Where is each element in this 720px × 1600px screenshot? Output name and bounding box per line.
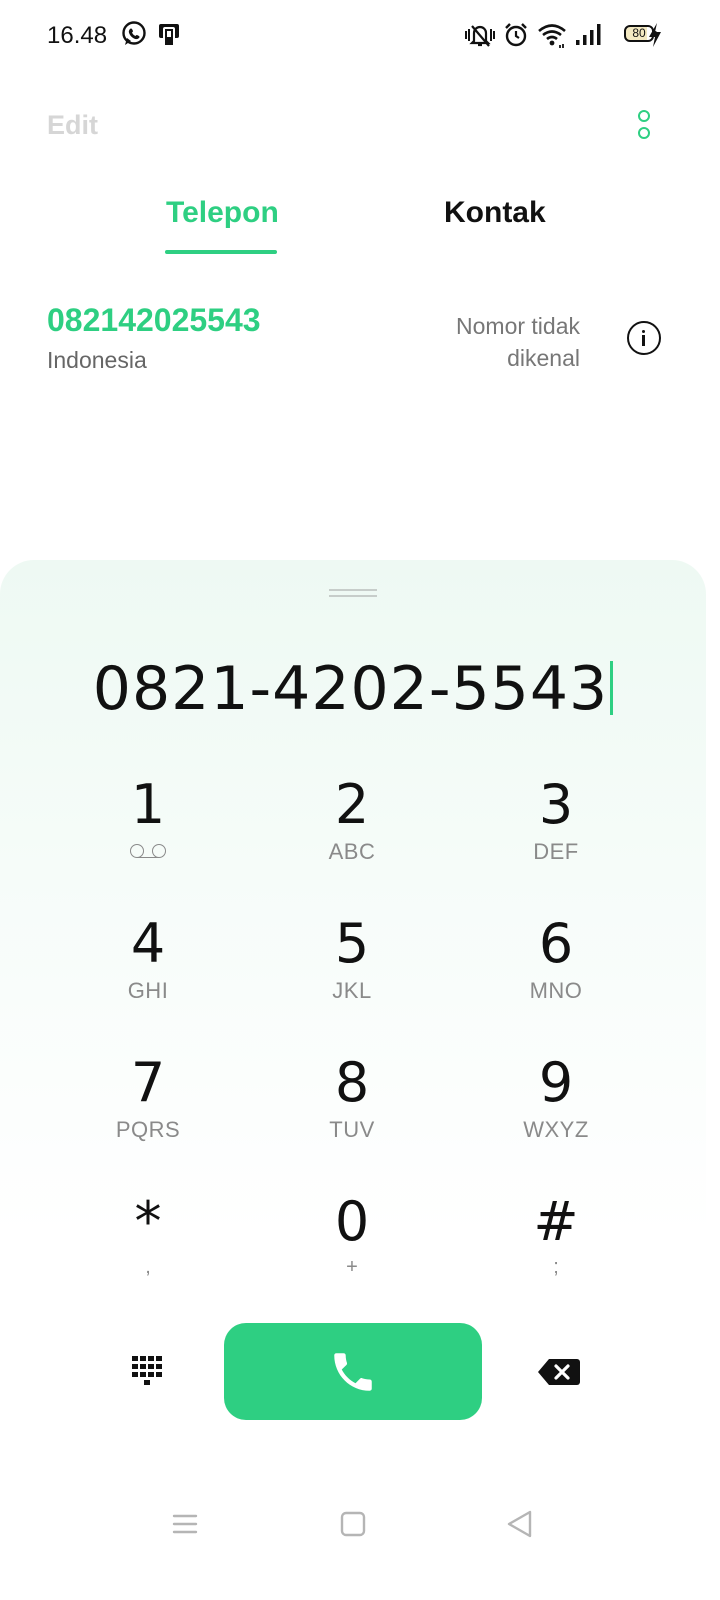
match-status: Nomor tidak dikenal xyxy=(456,313,580,371)
key-5[interactable]: 5 JKL xyxy=(272,914,432,1024)
key-letters: WXYZ xyxy=(523,1117,589,1142)
key-8[interactable]: 8 TUV xyxy=(272,1053,432,1163)
key-letters: PQRS xyxy=(115,1117,181,1142)
key-3[interactable]: 3 DEF xyxy=(476,775,636,885)
match-number[interactable]: 082142025543 xyxy=(47,302,261,339)
key-star[interactable]: * , xyxy=(68,1192,228,1302)
key-6[interactable]: 6 MNO xyxy=(476,914,636,1024)
key-letters: JKL xyxy=(332,978,372,1003)
sim-app-icon xyxy=(159,24,179,47)
key-digit: 4 xyxy=(130,912,166,975)
key-hash[interactable]: # ; xyxy=(476,1192,636,1302)
key-letters: DEF xyxy=(533,839,579,864)
key-7[interactable]: 7 PQRS xyxy=(68,1053,228,1163)
dialed-number-text: 0821-4202-5543 xyxy=(92,654,609,724)
home-icon[interactable] xyxy=(339,1508,367,1540)
key-letters: GHI xyxy=(127,978,169,1003)
info-icon[interactable] xyxy=(627,321,661,355)
phone-icon xyxy=(334,1353,372,1391)
key-digit: 2 xyxy=(334,773,370,836)
status-time: 16.48 xyxy=(47,22,108,49)
key-digit: # xyxy=(533,1190,579,1253)
key-4[interactable]: 4 GHI xyxy=(68,914,228,1024)
call-button[interactable] xyxy=(224,1323,482,1420)
key-1[interactable]: 1 xyxy=(68,775,228,885)
key-0[interactable]: 0 + xyxy=(272,1192,432,1302)
key-digit: 7 xyxy=(130,1051,166,1114)
menu-icon[interactable] xyxy=(171,1508,199,1540)
backspace-icon[interactable] xyxy=(537,1358,581,1386)
text-cursor xyxy=(610,661,614,715)
key-sub-symbol: ; xyxy=(553,1256,559,1278)
key-sub-symbol: , xyxy=(145,1256,151,1278)
vibrate-mute-icon xyxy=(465,25,495,47)
key-digit: 3 xyxy=(538,773,574,836)
key-digit: * xyxy=(134,1190,162,1253)
key-letters: ABC xyxy=(328,839,376,864)
key-digit: 1 xyxy=(130,773,166,836)
match-country: Indonesia xyxy=(47,347,147,373)
key-sub-symbol: + xyxy=(346,1256,358,1278)
signal-icon xyxy=(576,24,601,45)
status-bar: 16.48 80 xyxy=(0,0,720,72)
charging-icon xyxy=(649,23,661,47)
key-digit: 0 xyxy=(334,1190,370,1253)
key-digit: 8 xyxy=(334,1051,370,1114)
wifi-icon xyxy=(538,24,566,48)
key-letters: MNO xyxy=(529,978,583,1003)
active-tab-indicator xyxy=(165,250,277,254)
alarm-icon xyxy=(505,23,527,47)
edit-button[interactable]: Edit xyxy=(47,110,98,141)
tab-telepon[interactable]: Telepon xyxy=(166,196,279,230)
back-icon[interactable] xyxy=(505,1508,535,1540)
key-letters: TUV xyxy=(329,1117,375,1142)
sheet-drag-handle[interactable] xyxy=(329,589,377,597)
key-digit: 6 xyxy=(538,912,574,975)
key-9[interactable]: 9 WXYZ xyxy=(476,1053,636,1163)
tab-kontak[interactable]: Kontak xyxy=(444,196,546,230)
whatsapp-icon xyxy=(122,21,146,45)
voicemail-icon xyxy=(130,843,166,859)
more-vertical-icon[interactable] xyxy=(628,108,658,142)
dialpad-toggle-icon[interactable] xyxy=(130,1353,166,1389)
key-2[interactable]: 2 ABC xyxy=(272,775,432,885)
key-digit: 9 xyxy=(538,1051,574,1114)
key-digit: 5 xyxy=(334,912,370,975)
dialed-number-field[interactable]: 0821-4202-5543 xyxy=(0,654,706,724)
